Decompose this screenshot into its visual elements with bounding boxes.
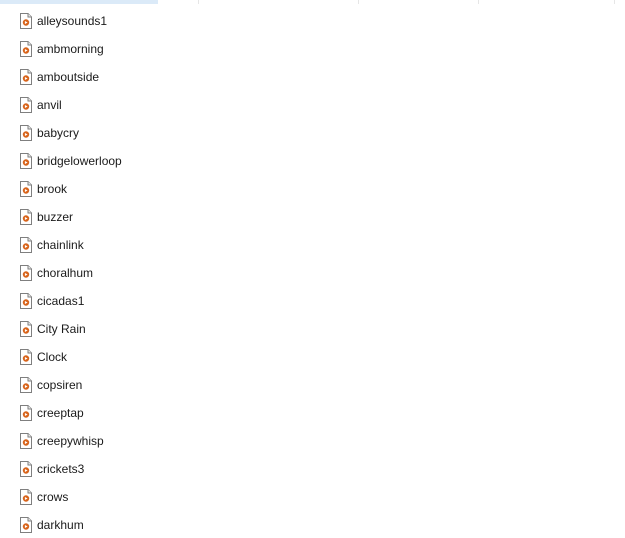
audio-file-icon [20,237,32,253]
file-name: cicadas1 [37,294,85,308]
file-name: chainlink [37,238,84,252]
file-item[interactable]: babycry [14,122,194,144]
file-name: bridgelowerloop [37,154,122,168]
file-name: choralhum [37,266,94,280]
file-name: amboutside [37,70,100,84]
audio-file-icon [20,349,32,365]
audio-file-icon [20,433,32,449]
file-item[interactable]: darkhum [14,514,194,536]
column-divider[interactable] [614,0,615,4]
file-name: alleysounds1 [37,14,108,28]
column-divider[interactable] [478,0,479,4]
audio-file-icon [20,293,32,309]
file-item[interactable]: crows [14,486,194,508]
audio-file-icon [20,209,32,225]
file-item[interactable]: bridgelowerloop [14,150,194,172]
file-item[interactable]: choralhum [14,262,194,284]
file-name: babycry [37,126,80,140]
column-header-strip [0,0,625,4]
audio-file-icon [20,321,32,337]
file-item[interactable]: anvil [14,94,194,116]
file-item[interactable]: cicadas1 [14,290,194,312]
audio-file-icon [20,181,32,197]
file-item[interactable]: copsiren [14,374,194,396]
file-item[interactable]: ambmorning [14,38,194,60]
column-divider[interactable] [358,0,359,4]
column-divider[interactable] [198,0,199,4]
file-name: brook [37,182,68,196]
audio-file-icon [20,405,32,421]
column-header-name[interactable] [0,0,158,4]
audio-file-icon [20,461,32,477]
audio-file-icon [20,489,32,505]
file-name: creepywhisp [37,434,104,448]
audio-file-icon [20,69,32,85]
file-item[interactable]: alleysounds1 [14,10,194,32]
file-name: creeptap [37,406,84,420]
file-name: darkhum [37,518,84,532]
file-item[interactable]: chainlink [14,234,194,256]
audio-file-icon [20,153,32,169]
audio-file-icon [20,41,32,57]
file-name: copsiren [37,378,83,392]
file-name: City Rain [37,322,86,336]
file-item[interactable]: crickets3 [14,458,194,480]
file-name: crickets3 [37,462,85,476]
file-name: buzzer [37,210,74,224]
file-item[interactable]: amboutside [14,66,194,88]
file-item[interactable]: City Rain [14,318,194,340]
file-item[interactable]: brook [14,178,194,200]
file-name: anvil [37,98,62,112]
file-item[interactable]: creeptap [14,402,194,424]
audio-file-icon [20,265,32,281]
audio-file-icon [20,97,32,113]
file-name: ambmorning [37,42,104,56]
audio-file-icon [20,377,32,393]
audio-file-icon [20,517,32,533]
file-item[interactable]: buzzer [14,206,194,228]
audio-file-icon [20,125,32,141]
file-name: crows [37,490,69,504]
file-name: Clock [37,350,68,364]
file-item[interactable]: creepywhisp [14,430,194,452]
audio-file-icon [20,13,32,29]
file-item[interactable]: Clock [14,346,194,368]
